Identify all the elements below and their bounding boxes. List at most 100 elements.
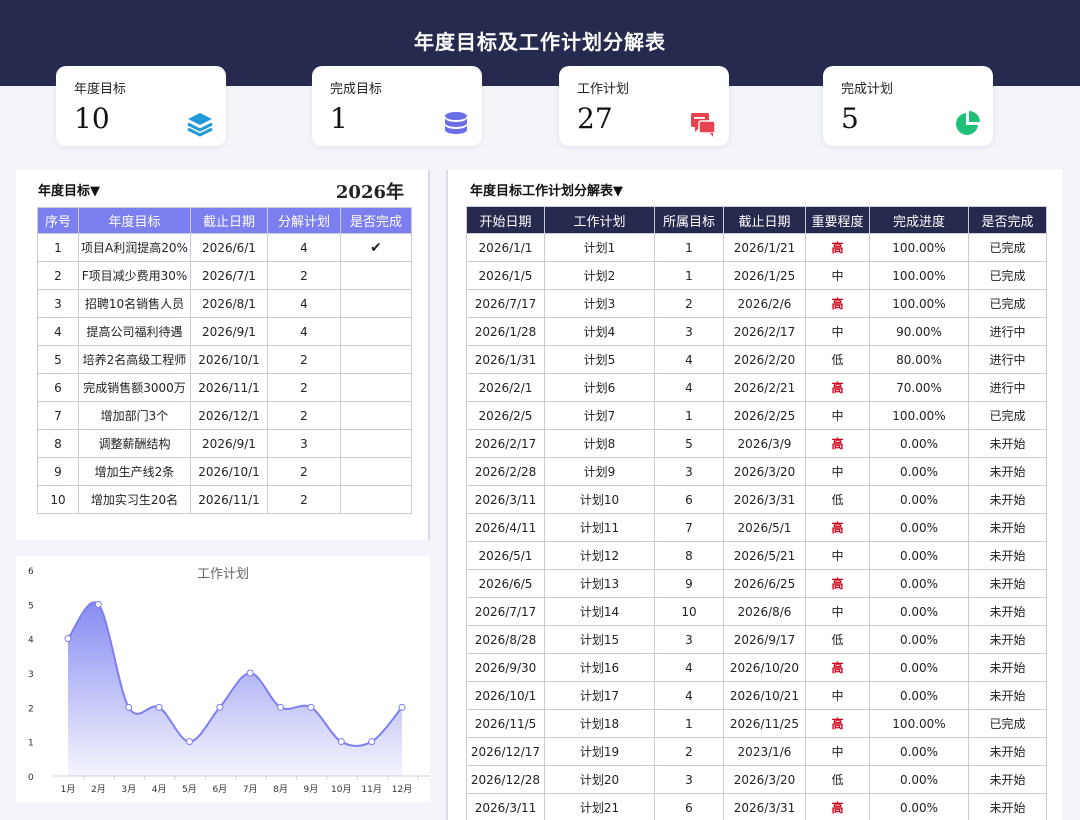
table-header-row: 序号 年度目标 截止日期 分解计划 是否完成 <box>37 207 412 234</box>
table-cell: 2026/2/6 <box>723 289 806 318</box>
column-header: 分解计划 <box>267 207 341 234</box>
y-tick-label: 2 <box>28 704 34 714</box>
table-cell: 计划11 <box>544 513 655 542</box>
kpi-value: 5 <box>841 102 859 135</box>
priority-cell: 中 <box>805 317 870 346</box>
table-cell: 2 <box>37 261 79 290</box>
priority-cell: 中 <box>805 401 870 430</box>
plans-section-title[interactable]: 年度目标工作计划分解表▼ <box>470 180 623 199</box>
table-cell: 0.00% <box>869 681 969 710</box>
data-point <box>307 703 315 711</box>
kpi-label: 完成目标 <box>330 82 383 97</box>
table-cell: 调整薪酬结构 <box>78 429 191 458</box>
priority-cell: 中 <box>805 681 870 710</box>
table-row: 2026/5/1 计划12 8 2026/5/21 中 0.00% 未开始 <box>466 541 1047 570</box>
y-tick-label: 4 <box>28 636 34 646</box>
table-cell: 2026/9/30 <box>466 653 545 682</box>
priority-cell: 中 <box>805 541 870 570</box>
chat-icon <box>691 113 716 137</box>
goals-section-title[interactable]: 年度目标▼ <box>38 180 100 199</box>
table-cell: 未开始 <box>968 597 1047 626</box>
priority-cell: 中 <box>805 261 870 290</box>
table-row: 2026/7/17 计划14 10 2026/8/6 中 0.00% 未开始 <box>466 597 1047 626</box>
table-row: 7 增加部门3个 2026/12/1 2 <box>37 401 412 430</box>
table-row: 2026/9/30 计划16 4 2026/10/20 高 0.00% 未开始 <box>466 653 1047 682</box>
table-row: 9 增加生产线2条 2026/10/1 2 <box>37 457 412 486</box>
table-cell: 2026/7/17 <box>466 597 545 626</box>
table-cell: 4 <box>654 653 724 682</box>
table-cell: 0.00% <box>869 597 969 626</box>
completion-cell <box>340 429 412 458</box>
table-cell: 2026/10/1 <box>466 681 545 710</box>
table-cell: 4 <box>654 681 724 710</box>
table-cell: 计划10 <box>544 485 655 514</box>
table-cell: 计划3 <box>544 289 655 318</box>
priority-cell: 高 <box>805 429 870 458</box>
x-tick-label: 7月 <box>243 784 258 795</box>
table-cell: 0.00% <box>869 513 969 542</box>
priority-cell: 中 <box>805 737 870 766</box>
table-cell: 2026/6/5 <box>466 569 545 598</box>
table-cell: 9 <box>37 457 79 486</box>
kpi-value: 10 <box>74 102 110 135</box>
priority-cell: 低 <box>805 485 870 514</box>
table-cell: 2026/9/1 <box>190 317 268 346</box>
column-header: 重要程度 <box>805 206 870 234</box>
column-header: 序号 <box>37 207 79 234</box>
table-row: 2026/3/11 计划10 6 2026/3/31 低 0.00% 未开始 <box>466 485 1047 514</box>
table-cell: 2026/1/25 <box>723 261 806 290</box>
data-point <box>398 703 406 711</box>
table-cell: 2026/1/5 <box>466 261 545 290</box>
table-cell: 2026/1/28 <box>466 317 545 346</box>
x-tick-label: 12月 <box>392 784 412 795</box>
table-cell: 2026/10/1 <box>190 345 268 374</box>
column-header: 截止日期 <box>190 207 268 234</box>
data-point <box>216 703 224 711</box>
data-point <box>337 738 345 746</box>
table-cell: 未开始 <box>968 457 1047 486</box>
y-tick-label: 0 <box>28 773 34 783</box>
table-cell: 2026/2/20 <box>723 345 806 374</box>
table-cell: 2026/7/1 <box>190 261 268 290</box>
table-cell: 计划16 <box>544 653 655 682</box>
kpi-label: 工作计划 <box>577 82 630 97</box>
table-cell: 计划20 <box>544 765 655 794</box>
y-tick-label: 3 <box>28 670 34 680</box>
column-header: 所属目标 <box>654 206 724 234</box>
table-cell: 3 <box>654 765 724 794</box>
table-cell: 计划9 <box>544 457 655 486</box>
completion-cell <box>340 401 412 430</box>
table-cell: 4 <box>267 289 341 318</box>
table-cell: 2 <box>267 401 341 430</box>
series-area <box>68 602 402 776</box>
page-title: 年度目标及工作计划分解表 <box>414 30 666 54</box>
table-cell: 2026/5/1 <box>723 513 806 542</box>
layers-icon <box>187 113 213 137</box>
table-row: 2026/2/5 计划7 1 2026/2/25 中 100.00% 已完成 <box>466 401 1047 430</box>
table-row: 3 招聘10名销售人员 2026/8/1 4 <box>37 289 412 318</box>
table-cell: 2 <box>267 345 341 374</box>
table-row: 2026/12/17 计划19 2 2023/1/6 中 0.00% 未开始 <box>466 737 1047 766</box>
table-cell: 6 <box>37 373 79 402</box>
priority-cell: 高 <box>805 709 870 738</box>
table-cell: 2026/10/21 <box>723 681 806 710</box>
table-row: 2026/3/11 计划21 6 2026/3/31 高 0.00% 未开始 <box>466 793 1047 820</box>
table-cell: 100.00% <box>869 401 969 430</box>
table-cell: 2026/11/1 <box>190 373 268 402</box>
table-cell: 2026/8/28 <box>466 625 545 654</box>
column-header: 年度目标 <box>78 207 191 234</box>
table-cell: 0.00% <box>869 569 969 598</box>
table-cell: 2026/8/6 <box>723 597 806 626</box>
work-plan-area-chart: 工作计划 0 1 2 3 4 5 6 1月 2月 3月 4月 5月 6月 7月 8月 9月 10月 11月 12月 <box>28 567 430 795</box>
table-cell: 1 <box>37 233 79 262</box>
table-cell: 2026/3/11 <box>466 485 545 514</box>
table-cell: 计划1 <box>544 233 655 262</box>
x-tick-label: 11月 <box>361 784 381 795</box>
table-cell: 2026/1/21 <box>723 233 806 262</box>
table-cell: 0.00% <box>869 625 969 654</box>
table-cell: 2 <box>267 373 341 402</box>
table-cell: 2026/2/17 <box>466 429 545 458</box>
table-cell: 2026/4/11 <box>466 513 545 542</box>
table-cell: 3 <box>267 429 341 458</box>
table-row: 2 F项目减少费用30% 2026/7/1 2 <box>37 261 412 290</box>
